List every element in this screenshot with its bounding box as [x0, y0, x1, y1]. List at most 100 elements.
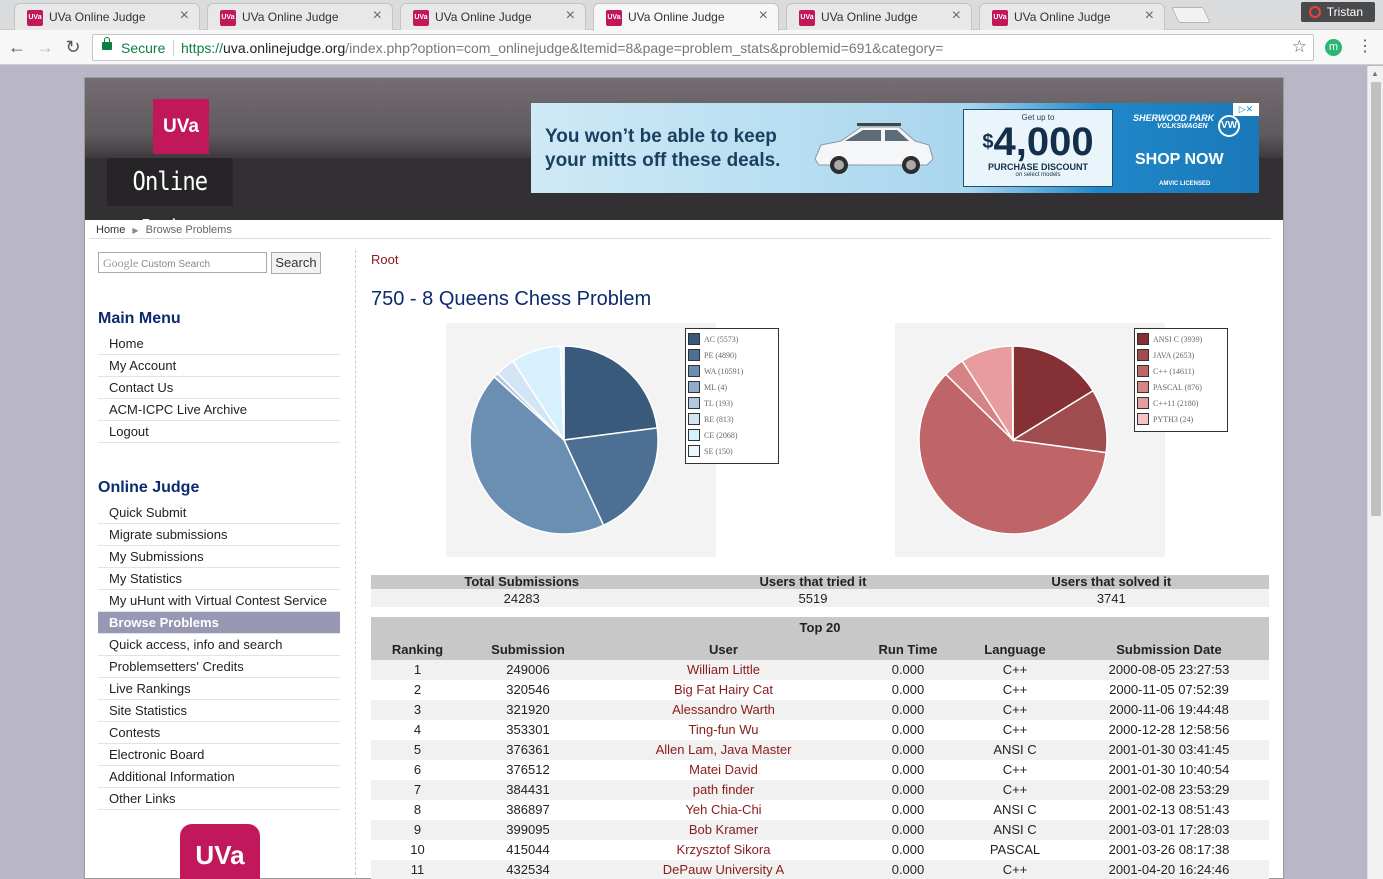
- lock-icon: [102, 37, 112, 50]
- scroll-up-icon[interactable]: ▲: [1371, 69, 1379, 78]
- search-input[interactable]: Google Custom Search: [98, 252, 267, 273]
- uva-bottom-logo[interactable]: UVa: [180, 824, 260, 879]
- table-cell: ANSI C: [961, 820, 1069, 840]
- verdict-pie: [469, 345, 659, 535]
- menu-item[interactable]: My Account: [98, 355, 340, 377]
- menu-item[interactable]: Quick Submit: [98, 502, 340, 524]
- legend-label: C++ (14611): [1153, 367, 1195, 376]
- table-cell: 384431: [464, 780, 592, 800]
- page-scrollbar[interactable]: ▲: [1367, 66, 1383, 879]
- tab-close-icon[interactable]: ×: [952, 7, 961, 25]
- pie-slice: [563, 345, 659, 441]
- menu-item[interactable]: Other Links: [98, 788, 340, 810]
- root-link[interactable]: Root: [371, 252, 398, 267]
- tab-close-icon[interactable]: ×: [180, 7, 189, 25]
- ad-dealer-sub: VOLKSWAGEN: [1157, 123, 1208, 130]
- table-cell: 2001-02-13 08:51:43: [1069, 800, 1269, 820]
- menu-item[interactable]: Home: [98, 333, 340, 355]
- table-cell[interactable]: Allen Lam, Java Master: [592, 740, 855, 760]
- menu-item[interactable]: Contests: [98, 722, 340, 744]
- advertisement-banner[interactable]: You won’t be able to keep your mitts off…: [531, 103, 1259, 193]
- legend-swatch: [1137, 349, 1149, 362]
- ad-cta[interactable]: SHOP NOW: [1135, 151, 1224, 169]
- menu-item[interactable]: Problemsetters' Credits: [98, 656, 340, 678]
- table-cell[interactable]: Alessandro Warth: [592, 700, 855, 720]
- breadcrumb: Home ▶ Browse Problems: [96, 224, 232, 236]
- legend-label: C++11 (2180): [1153, 399, 1199, 408]
- menu-item[interactable]: Electronic Board: [98, 744, 340, 766]
- ad-choices-icon[interactable]: ▷✕: [1233, 103, 1259, 116]
- table-cell: 2001-02-08 23:53:29: [1069, 780, 1269, 800]
- table-cell[interactable]: Yeh Chia-Chi: [592, 800, 855, 820]
- tab-close-icon[interactable]: ×: [1145, 7, 1154, 25]
- browser-tab[interactable]: UVa UVa Online Judge ×: [979, 3, 1165, 30]
- menu-item[interactable]: Contact Us: [98, 377, 340, 399]
- profile-button[interactable]: Tristan: [1300, 2, 1375, 22]
- table-cell[interactable]: Bob Kramer: [592, 820, 855, 840]
- problem-title: 750 - 8 Queens Chess Problem: [371, 288, 652, 310]
- ad-amount: $4,000: [964, 122, 1112, 162]
- scrollbar-thumb[interactable]: [1371, 82, 1381, 516]
- menu-item[interactable]: My Statistics: [98, 568, 340, 590]
- legend-label: CE (2068): [704, 431, 738, 440]
- menu-item[interactable]: Browse Problems: [98, 612, 340, 634]
- table-cell[interactable]: Ting-fun Wu: [592, 720, 855, 740]
- table-cell[interactable]: DePauw University A: [592, 860, 855, 879]
- table-cell[interactable]: Krzysztof Sikora: [592, 840, 855, 860]
- browser-tab[interactable]: UVa UVa Online Judge ×: [207, 3, 393, 30]
- table-cell[interactable]: path finder: [592, 780, 855, 800]
- browser-tab[interactable]: UVa UVa Online Judge ×: [593, 3, 779, 31]
- legend-swatch: [688, 365, 700, 378]
- tab-close-icon[interactable]: ×: [373, 7, 382, 25]
- tab-title: UVa Online Judge: [49, 10, 146, 24]
- legend-label: ANSI C (3939): [1153, 335, 1203, 344]
- legend-label: PE (4890): [704, 351, 737, 360]
- menu-item[interactable]: Live Rankings: [98, 678, 340, 700]
- menu-item[interactable]: Additional Information: [98, 766, 340, 788]
- table-cell: 2000-12-28 12:58:56: [1069, 720, 1269, 740]
- favicon-icon: UVa: [27, 10, 43, 26]
- menu-item[interactable]: My Submissions: [98, 546, 340, 568]
- tab-close-icon[interactable]: ×: [759, 7, 768, 25]
- legend-label: JAVA (2653): [1153, 351, 1195, 360]
- new-tab-button[interactable]: [1171, 7, 1211, 23]
- table-cell: 376512: [464, 760, 592, 780]
- table-cell: 321920: [464, 700, 592, 720]
- main-menu-heading: Main Menu: [98, 310, 181, 327]
- table-cell: 7: [371, 780, 464, 800]
- search-button[interactable]: Search: [271, 252, 321, 274]
- browser-tab[interactable]: UVa UVa Online Judge ×: [400, 3, 586, 30]
- table-row: 10 415044 Krzysztof Sikora 0.000 PASCAL 2001-…: [371, 840, 1269, 860]
- forward-arrow-icon[interactable]: →: [34, 36, 56, 58]
- menu-item[interactable]: Site Statistics: [98, 700, 340, 722]
- address-bar[interactable]: Secure https://uva.onlinejudge.org/index…: [92, 34, 1314, 61]
- table-cell[interactable]: William Little: [592, 660, 855, 680]
- browser-tab[interactable]: UVa UVa Online Judge ×: [14, 3, 200, 30]
- table-cell: 2: [371, 680, 464, 700]
- table-cell[interactable]: Matei David: [592, 760, 855, 780]
- bookmark-star-icon[interactable]: ☆: [1292, 37, 1307, 57]
- table-cell[interactable]: Big Fat Hairy Cat: [592, 680, 855, 700]
- uva-logo[interactable]: UVa: [153, 99, 209, 154]
- online-judge-heading: Online Judge: [98, 479, 200, 496]
- table-cell: 2001-04-20 16:24:46: [1069, 860, 1269, 879]
- breadcrumb-home[interactable]: Home: [96, 224, 125, 236]
- browser-tab[interactable]: UVa UVa Online Judge ×: [786, 3, 972, 30]
- back-arrow-icon[interactable]: ←: [6, 36, 28, 58]
- tab-close-icon[interactable]: ×: [566, 7, 575, 25]
- table-cell: 0.000: [855, 720, 961, 740]
- legend-entry: SE (150): [688, 444, 776, 460]
- menu-item[interactable]: Logout: [98, 421, 340, 443]
- extension-icon[interactable]: m: [1325, 39, 1342, 56]
- legend-entry: C++ (14611): [1137, 364, 1225, 380]
- stats-header-solved: Users that solved it: [953, 575, 1269, 589]
- browser-menu-icon[interactable]: ⋮: [1357, 36, 1373, 56]
- site-logo-text[interactable]: Online Judge: [107, 158, 233, 245]
- table-cell: PASCAL: [961, 840, 1069, 860]
- reload-icon[interactable]: ↻: [62, 36, 84, 58]
- menu-item[interactable]: My uHunt with Virtual Contest Service: [98, 590, 340, 612]
- table-cell: 9: [371, 820, 464, 840]
- menu-item[interactable]: Quick access, info and search: [98, 634, 340, 656]
- menu-item[interactable]: Migrate submissions: [98, 524, 340, 546]
- menu-item[interactable]: ACM-ICPC Live Archive: [98, 399, 340, 421]
